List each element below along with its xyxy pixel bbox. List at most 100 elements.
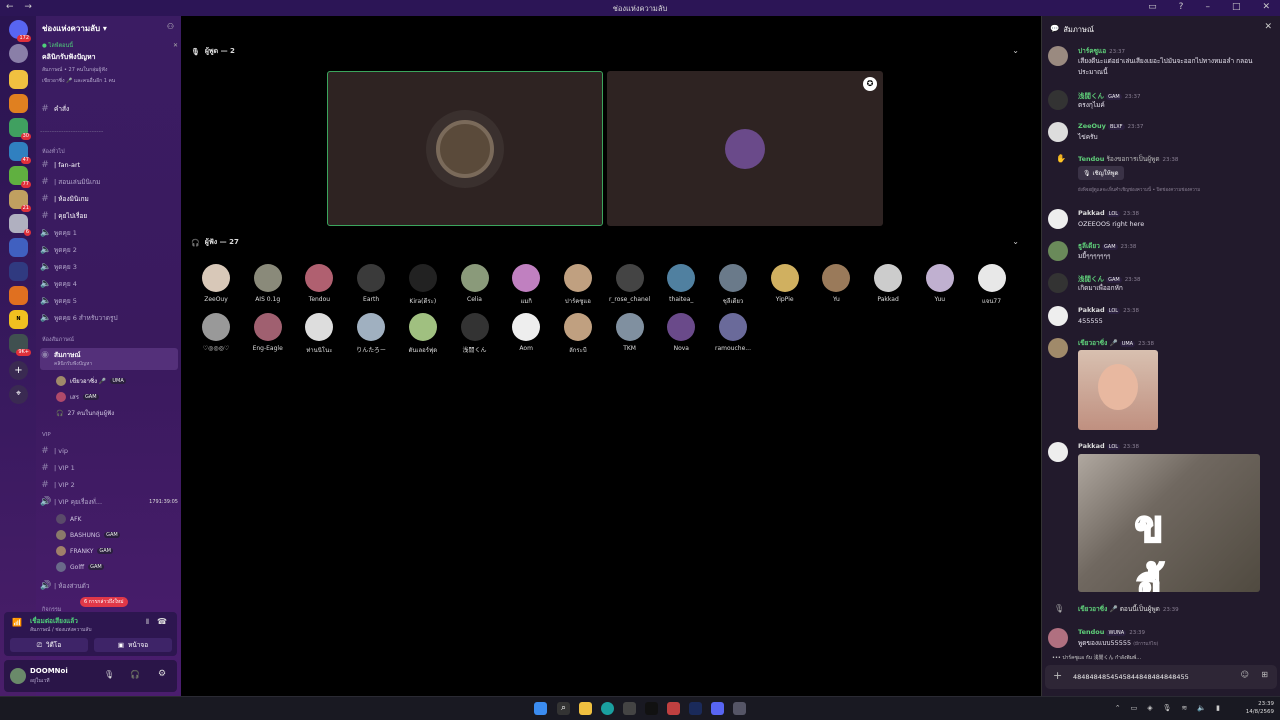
- edge-icon[interactable]: [601, 702, 614, 715]
- audience-member[interactable]: แมกิ: [504, 264, 548, 306]
- emoji-icon[interactable]: ☺: [1241, 670, 1249, 679]
- disconnect-icon[interactable]: ☎: [157, 617, 167, 626]
- audience-member[interactable]: ชุลีเดียว: [711, 264, 755, 306]
- app-icon[interactable]: [733, 702, 746, 715]
- audience-member[interactable]: Eng-Eagle: [246, 313, 290, 352]
- server-icon[interactable]: [9, 238, 28, 257]
- image-attachment[interactable]: ข ยี้: [1078, 454, 1260, 592]
- server-icon[interactable]: [9, 286, 28, 305]
- server-icon[interactable]: [9, 94, 28, 113]
- audience-member[interactable]: แจน77: [970, 264, 1014, 306]
- server-icon[interactable]: [9, 70, 28, 89]
- chevron-up-icon[interactable]: ⌃: [1115, 704, 1121, 712]
- headphones-icon[interactable]: 🎧: [130, 670, 140, 679]
- server-icon[interactable]: 21: [9, 190, 31, 212]
- server-icon[interactable]: [9, 262, 28, 281]
- category-general[interactable]: ห้องทั่วไป: [42, 148, 65, 156]
- microphone-icon[interactable]: 🎙: [1163, 704, 1172, 712]
- audience-member[interactable]: ปาร์คซูแอ: [556, 264, 600, 306]
- clock[interactable]: 23:39 14/8/2569: [1246, 700, 1274, 716]
- server-icon[interactable]: 6: [9, 214, 31, 236]
- voice-user[interactable]: AFK: [56, 512, 82, 526]
- windows-start-icon[interactable]: [534, 702, 547, 715]
- avatar[interactable]: [1048, 442, 1068, 462]
- server-icon[interactable]: 30: [9, 118, 31, 140]
- audience-member[interactable]: ZeeOuy: [194, 264, 238, 303]
- audience-member[interactable]: Yuu: [918, 264, 962, 303]
- avatar[interactable]: [10, 668, 26, 684]
- audience-member[interactable]: 浅閒くん: [453, 313, 497, 354]
- voice-channel[interactable]: 🔈 พูดคุย 2: [40, 243, 178, 257]
- minimize-icon[interactable]: –: [1205, 2, 1210, 12]
- close-icon[interactable]: ✕: [1264, 22, 1272, 32]
- channel-item[interactable]: # | คุยไปเรื่อย: [40, 209, 178, 223]
- author-name[interactable]: ZeeOuy: [1078, 122, 1106, 130]
- voice-channel[interactable]: 🔈 พูดคุย 5: [40, 294, 178, 308]
- tray-icon[interactable]: ▭: [1131, 704, 1138, 712]
- server-icon[interactable]: 77: [9, 166, 31, 188]
- search-icon[interactable]: ⌕: [557, 702, 570, 715]
- close-icon[interactable]: ✕: [1262, 2, 1270, 12]
- audience-member[interactable]: TKM: [608, 313, 652, 352]
- apps-icon[interactable]: ⊞: [1261, 670, 1268, 679]
- store-icon[interactable]: [623, 702, 636, 715]
- avatar[interactable]: [1048, 338, 1068, 358]
- dm-home-icon[interactable]: 172: [9, 20, 31, 42]
- voice-channel[interactable]: 🔊 | VIP คุยเรื่องทั่... 1791:39:05: [40, 495, 178, 509]
- live-event[interactable]: ● ไลฟ์ตอนนี้ คลินิกรับฟังปัญหา สัมภาษณ์ …: [42, 42, 178, 85]
- image-attachment[interactable]: [1078, 350, 1158, 430]
- chevron-down-icon[interactable]: ⌄: [1012, 237, 1019, 246]
- audience-member[interactable]: thaitea_: [659, 264, 703, 303]
- audience-member[interactable]: Nova: [659, 313, 703, 352]
- photoshop-icon[interactable]: [689, 702, 702, 715]
- speaker-tile[interactable]: ✪: [607, 71, 883, 226]
- audience-member[interactable]: r_rose_chanel: [608, 264, 652, 303]
- message-input[interactable]: [1073, 670, 1233, 684]
- voice-channel[interactable]: 🔊 | ห้องส่วนตัว: [40, 579, 178, 593]
- discord-icon[interactable]: [711, 702, 724, 715]
- author-name[interactable]: Pakkad: [1078, 442, 1105, 450]
- wifi-icon[interactable]: ≋: [1182, 704, 1188, 712]
- stage-user[interactable]: เสร GAM: [56, 390, 99, 404]
- server-icon[interactable]: 47: [9, 142, 31, 164]
- nana-server-icon[interactable]: N: [9, 310, 28, 329]
- audience-member[interactable]: Aom: [504, 313, 548, 352]
- maximize-icon[interactable]: □: [1232, 2, 1241, 12]
- new-mentions-pill[interactable]: 6 การกล่าวถึงใหม่: [80, 597, 128, 607]
- audience-member[interactable]: ♡◎◎◎♡: [194, 313, 238, 352]
- audience-member[interactable]: Pakkad: [866, 264, 910, 303]
- author-name[interactable]: Tendou: [1078, 155, 1104, 163]
- author-name[interactable]: เขียวอาซิ่ง 🎤: [1078, 339, 1118, 347]
- voice-channel[interactable]: 🔈 พูดคุย 1: [40, 226, 178, 240]
- signal-icon[interactable]: 📶: [12, 618, 22, 627]
- audience-member[interactable]: AIS 0.1g: [246, 264, 290, 303]
- audience-member[interactable]: ท่านนิโนะ: [297, 313, 341, 355]
- tray-icon[interactable]: ◈: [1147, 704, 1152, 712]
- screen-share-button[interactable]: ▣ หน้าจอ: [94, 638, 172, 652]
- channel-item[interactable]: # | VIP 1: [40, 461, 178, 475]
- avatar[interactable]: [1048, 122, 1068, 142]
- channel-commands[interactable]: # คำสั่ง: [40, 102, 178, 116]
- add-attachment-icon[interactable]: +: [1053, 669, 1062, 682]
- author-name[interactable]: 浅閒くん: [1078, 275, 1104, 283]
- voice-user[interactable]: FRANKY GAM: [56, 544, 113, 558]
- author-name[interactable]: ปาร์คซูแอ: [1078, 47, 1106, 55]
- add-member-icon[interactable]: ⚇: [167, 22, 174, 31]
- audience-member[interactable]: ramouche...: [711, 313, 755, 352]
- category-vip[interactable]: VIP: [42, 432, 51, 438]
- close-icon[interactable]: ✕: [173, 42, 178, 49]
- audience-member[interactable]: ตันเลอร์ฟุด: [401, 313, 445, 355]
- channel-item[interactable]: # | สอนเล่นมินิเกม: [40, 175, 178, 189]
- battery-icon[interactable]: ▮: [1216, 704, 1220, 712]
- avatar[interactable]: [1048, 628, 1068, 648]
- channel-item[interactable]: # | vip: [40, 444, 178, 458]
- author-name[interactable]: Pakkad: [1078, 209, 1105, 217]
- author-name[interactable]: ธูลีเดียว: [1078, 242, 1100, 250]
- avatar[interactable]: [1048, 90, 1068, 110]
- help-icon[interactable]: ?: [1179, 2, 1184, 12]
- settings-icon[interactable]: ⚙: [158, 669, 166, 679]
- microphone-icon[interactable]: 🎙: [104, 670, 114, 679]
- voice-channel[interactable]: 🔈 พูดคุย 4: [40, 277, 178, 291]
- stage-channel[interactable]: ◉ สัมภาษณ์ คลินิกรับฟังปัญหา: [40, 348, 178, 370]
- author-name[interactable]: เขียวอาซิ่ง 🎤: [1078, 605, 1118, 613]
